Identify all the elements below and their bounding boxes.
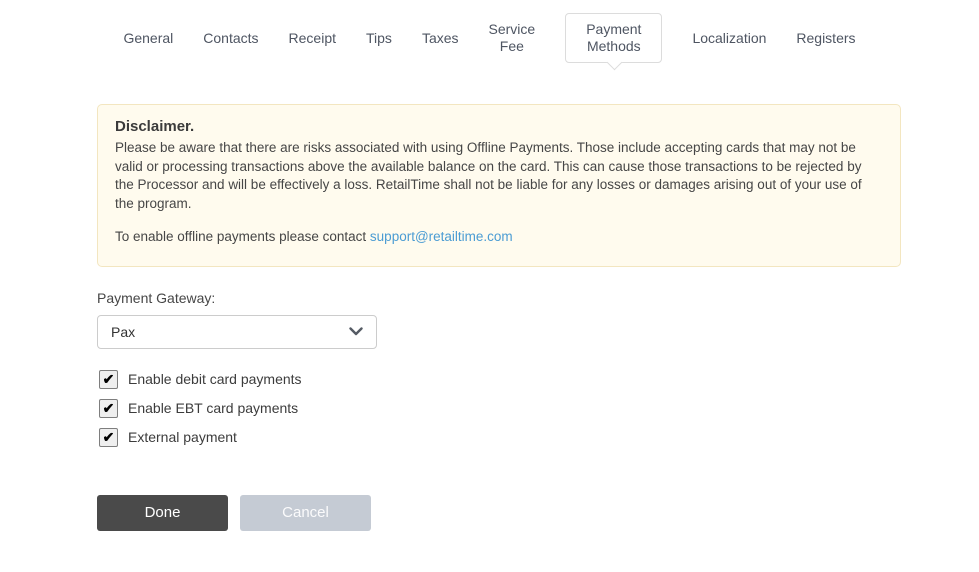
support-email-link[interactable]: support@retailtime.com — [370, 229, 513, 244]
ebt-card-option-label: Enable EBT card payments — [128, 400, 299, 416]
check-icon: ✔ — [102, 371, 115, 387]
tab-contacts[interactable]: Contacts — [203, 23, 258, 54]
settings-tab-bar: General Contacts Receipt Tips Taxes Serv… — [0, 0, 979, 63]
tab-taxes[interactable]: Taxes — [422, 23, 459, 54]
payment-options-group: ✔ Enable debit card payments ✔ Enable EB… — [99, 369, 979, 447]
tab-tips[interactable]: Tips — [366, 23, 392, 54]
external-payment-option-label: External payment — [128, 429, 237, 445]
ebt-card-checkbox[interactable]: ✔ — [99, 398, 118, 418]
check-icon: ✔ — [102, 400, 115, 416]
external-payment-checkbox[interactable]: ✔ — [99, 427, 118, 447]
disclaimer-contact-line: To enable offline payments please contac… — [115, 228, 883, 247]
disclaimer-contact-prefix: To enable offline payments please contac… — [115, 229, 370, 244]
disclaimer-panel: Disclaimer. Please be aware that there a… — [97, 104, 901, 267]
tab-payment-methods[interactable]: Payment Methods — [565, 13, 663, 63]
tab-localization[interactable]: Localization — [692, 23, 766, 54]
debit-card-checkbox[interactable]: ✔ — [99, 369, 118, 389]
chevron-down-icon — [349, 327, 363, 336]
disclaimer-title: Disclaimer. — [115, 118, 195, 135]
tab-service-fee[interactable]: Service Fee — [489, 14, 536, 62]
debit-card-option-row: ✔ Enable debit card payments — [99, 369, 979, 389]
payment-gateway-selected-value: Pax — [111, 323, 136, 340]
done-button[interactable]: Done — [97, 494, 228, 531]
ebt-card-option-row: ✔ Enable EBT card payments — [99, 398, 979, 418]
tab-receipt[interactable]: Receipt — [289, 23, 336, 54]
check-icon: ✔ — [102, 429, 115, 445]
tab-registers[interactable]: Registers — [796, 23, 855, 54]
disclaimer-body: Please be aware that there are risks ass… — [115, 140, 862, 211]
form-action-bar: Done Cancel — [97, 494, 979, 531]
payment-gateway-label: Payment Gateway: — [97, 289, 216, 306]
cancel-button[interactable]: Cancel — [240, 494, 371, 531]
external-payment-option-row: ✔ External payment — [99, 427, 979, 447]
tab-general[interactable]: General — [123, 23, 173, 54]
payment-gateway-select[interactable]: Pax — [97, 314, 377, 349]
debit-card-option-label: Enable debit card payments — [128, 371, 302, 387]
